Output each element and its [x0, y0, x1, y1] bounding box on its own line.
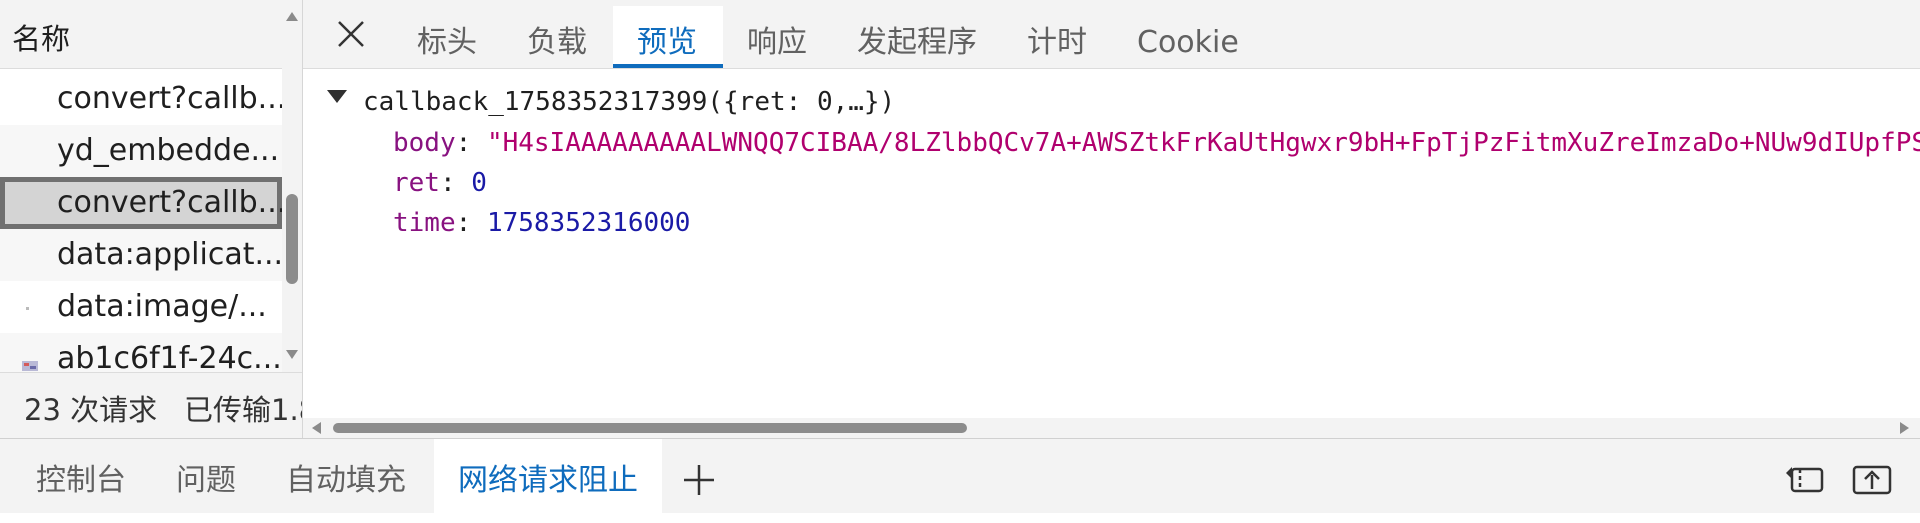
name-column-header[interactable]: 名称: [0, 0, 282, 69]
undock-icon[interactable]: [1850, 461, 1894, 497]
detail-tab-bar: 标头 负载 预览 响应 发起程序 计时 Cookie: [303, 0, 1920, 69]
tab-label: 预览: [637, 25, 697, 60]
transferred-size: 已传输1.8: [184, 393, 302, 427]
request-list-scrollbar[interactable]: [282, 0, 302, 372]
request-list: convert?callb... yd_embedde... convert?c…: [0, 73, 286, 385]
tab-label: 自动填充: [286, 463, 406, 498]
request-name: convert?callb...: [57, 185, 287, 220]
tab-initiator[interactable]: 发起程序: [857, 6, 997, 68]
scroll-up-icon[interactable]: [286, 12, 298, 21]
request-name: data:applicat...: [57, 237, 284, 272]
property-value: "H4sIAAAAAAAAALWNQQ7CIBAA/8LZlbbQCv7A+AW…: [486, 128, 1920, 158]
tab-label: 负载: [527, 25, 587, 60]
tab-payload[interactable]: 负载: [527, 6, 607, 68]
json-root-node[interactable]: callback_1758352317399({ret: 0,…}): [327, 87, 895, 117]
request-name: convert?callb...: [57, 81, 287, 116]
plus-icon[interactable]: [680, 461, 718, 499]
tab-timing[interactable]: 计时: [1027, 6, 1107, 68]
request-row[interactable]: yd_embedde...: [0, 125, 282, 177]
scroll-right-icon[interactable]: [1900, 422, 1909, 434]
image-thumb-icon: [26, 307, 29, 310]
drawer-tab-console[interactable]: 控制台: [36, 439, 126, 513]
scroll-down-icon[interactable]: [286, 350, 298, 359]
request-list-pane: 名称 convert?callb... yd_embedde... conver…: [0, 0, 303, 438]
request-count: 23 次请求: [24, 393, 158, 427]
root-label: callback_1758352317399({ret: 0,…}): [363, 87, 896, 117]
request-row[interactable]: data:image/...: [0, 281, 282, 333]
scrollbar-thumb[interactable]: [333, 423, 967, 433]
property-value: 1758352316000: [486, 208, 691, 238]
tab-response[interactable]: 响应: [747, 6, 827, 68]
close-icon[interactable]: [331, 14, 371, 54]
request-name: ab1c6f1f-24c...: [57, 341, 282, 376]
request-row[interactable]: convert?callb...: [0, 73, 286, 125]
tab-label: 计时: [1027, 25, 1087, 60]
drawer-tab-bar: 控制台 问题 自动填充 网络请求阻止: [0, 438, 1920, 513]
property-key: ret: [393, 168, 440, 198]
tab-label: 控制台: [36, 463, 126, 498]
preview-panel: callback_1758352317399({ret: 0,…}) body:…: [303, 69, 1920, 418]
property-key: time: [393, 208, 456, 238]
tab-label: 标头: [417, 25, 477, 60]
tab-headers[interactable]: 标头: [417, 6, 497, 68]
request-name: data:image/...: [57, 289, 267, 324]
network-status-bar: 23 次请求 已传输1.8: [0, 372, 302, 438]
request-row-selected[interactable]: convert?callb...: [0, 177, 286, 229]
tab-preview[interactable]: 预览: [613, 6, 723, 68]
request-row[interactable]: data:applicat...: [0, 229, 284, 281]
expand-triangle-icon[interactable]: [327, 90, 347, 103]
drawer-tab-network-request-blocking[interactable]: 网络请求阻止: [434, 439, 662, 513]
request-detail-pane: 标头 负载 预览 响应 发起程序 计时 Cookie callback_1758…: [303, 0, 1920, 438]
json-property-ret[interactable]: ret: 0: [393, 168, 487, 198]
drawer-tab-autofill[interactable]: 自动填充: [286, 439, 406, 513]
preview-horizontal-scrollbar[interactable]: [303, 418, 1920, 438]
image-file-icon: [22, 361, 38, 371]
scrollbar-thumb[interactable]: [286, 194, 298, 284]
tab-label: 响应: [747, 25, 807, 60]
dock-side-icon[interactable]: [1782, 461, 1826, 497]
property-value: 0: [471, 168, 487, 198]
tab-label: 问题: [176, 463, 236, 498]
name-column-title: 名称: [12, 22, 71, 56]
tab-cookie[interactable]: Cookie: [1137, 6, 1287, 68]
drawer-tab-issues[interactable]: 问题: [176, 439, 236, 513]
scroll-left-icon[interactable]: [312, 422, 321, 434]
request-name: yd_embedde...: [57, 133, 280, 168]
tab-label: Cookie: [1137, 25, 1239, 60]
property-key: body: [393, 128, 456, 158]
tab-label: 网络请求阻止: [458, 463, 638, 498]
tab-label: 发起程序: [857, 25, 977, 60]
active-tab-indicator: [613, 64, 723, 68]
json-property-time[interactable]: time: 1758352316000: [393, 208, 690, 238]
json-property-body[interactable]: body: "H4sIAAAAAAAAALWNQQ7CIBAA/8LZlbbQC…: [393, 128, 1920, 158]
